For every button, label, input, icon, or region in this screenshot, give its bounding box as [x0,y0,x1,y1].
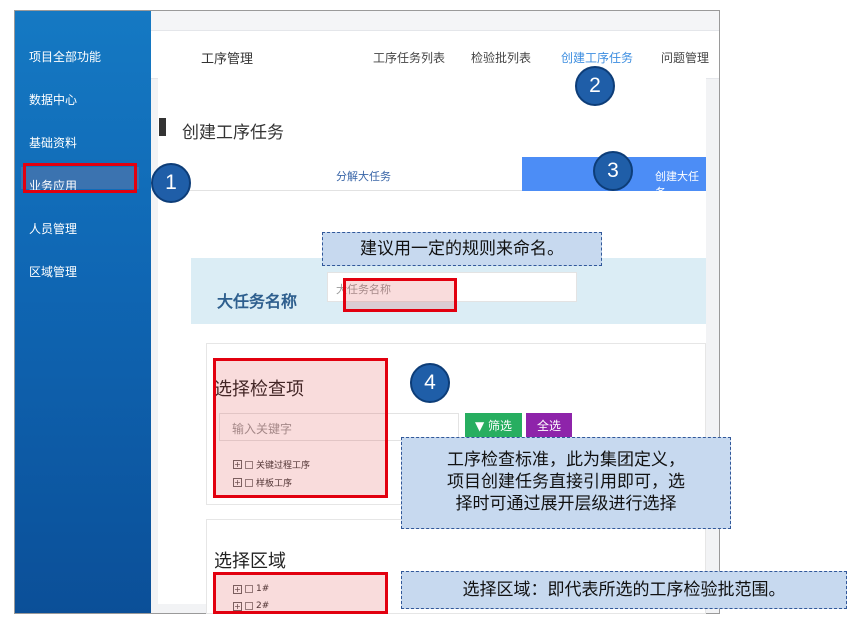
step-badge-4: 4 [410,363,450,403]
tab-split-task[interactable]: 分解大任务 [190,157,522,191]
top-strip [151,11,719,31]
select-all-button[interactable]: 全选 [526,413,572,440]
sidebar-item-area-management[interactable]: 区域管理 [29,263,77,280]
top-navbar: 工序管理 工序任务列表 检验批列表 创建工序任务 问题管理 [151,31,719,79]
highlight-business-apps [23,163,137,193]
sidebar-item-basic-data[interactable]: 基础资料 [29,134,77,151]
filter-button-label: 筛选 [488,419,513,433]
area-section-title: 选择区域 [214,551,286,572]
filter-button[interactable]: ▼ 筛选 [465,413,522,440]
module-title: 工序管理 [201,52,254,67]
tab-split-task-label: 分解大任务 [336,170,391,183]
sidebar-item-personnel[interactable]: 人员管理 [29,220,77,237]
nav-issue-management[interactable]: 问题管理 [661,49,709,66]
sidebar-item-all-functions[interactable]: 项目全部功能 [29,48,101,65]
tab-create-task-label: 创建大任务 [655,170,699,199]
sidebar-item-data-center[interactable]: 数据中心 [29,91,77,108]
callout-check-tip: 工序检查标准，此为集团定义， 项目创建任务直接引用即可，选 择时可通过展开层级进… [401,437,731,529]
nav-inspection-list[interactable]: 检验批列表 [471,49,531,66]
step-badge-1: 1 [151,163,191,203]
callout-check-line-2: 项目创建任务直接引用即可，选 [447,472,685,492]
callout-naming-tip: 建议用一定的规则来命名。 [322,232,602,266]
highlight-area-section [213,572,388,614]
step-badge-2: 2 [575,66,615,106]
nav-task-list[interactable]: 工序任务列表 [373,49,445,66]
callout-area-tip: 选择区域：即代表所选的工序检验批范围。 [401,571,847,609]
funnel-icon: ▼ [474,419,485,433]
callout-check-line-1: 工序检查标准，此为集团定义， [447,450,685,470]
callout-check-line-3: 择时可通过展开层级进行选择 [455,494,677,514]
title-accent-bar [159,118,166,136]
nav-create-task[interactable]: 创建工序任务 [561,49,633,66]
highlight-check-section [213,358,388,498]
page-title: 创建工序任务 [182,123,284,143]
highlight-name-input [343,278,457,312]
step-badge-3: 3 [593,151,633,191]
sidebar: 项目全部功能 数据中心 基础资料 业务应用 人员管理 区域管理 [15,11,151,613]
task-name-label: 大任务名称 [217,292,298,311]
